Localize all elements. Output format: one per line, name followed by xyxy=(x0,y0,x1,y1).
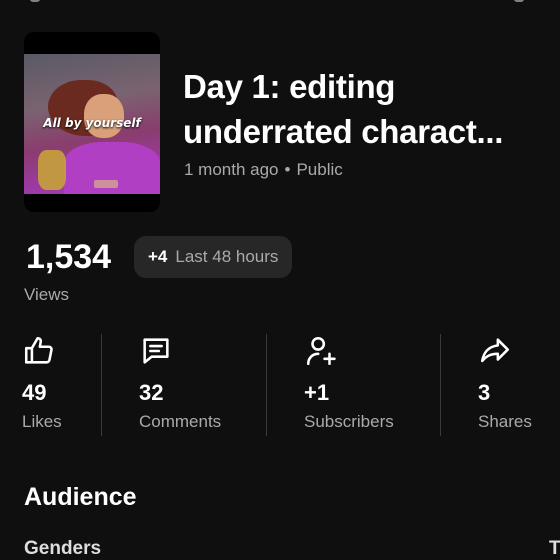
metric-divider xyxy=(101,334,102,436)
comments-value: 32 xyxy=(139,380,164,405)
video-meta: 1 month ago • Public xyxy=(184,160,343,180)
recent-views-window: Last 48 hours xyxy=(175,247,279,266)
meta-separator: • xyxy=(284,160,291,179)
video-title-line2: underrated charact... xyxy=(183,113,504,150)
audience-heading: Audience xyxy=(24,483,137,511)
back-icon[interactable] xyxy=(30,0,40,2)
metric-comments[interactable]: 32 Comments xyxy=(139,334,221,431)
shares-label: Shares xyxy=(478,412,532,431)
recent-views-pill[interactable]: +4 Last 48 hours xyxy=(134,236,293,278)
views-count: 1,534 xyxy=(26,238,112,276)
comments-label: Comments xyxy=(139,412,222,431)
genders-card-title[interactable]: Genders xyxy=(24,538,101,560)
thumbnail-watermark xyxy=(94,180,118,188)
metric-likes[interactable]: 49 Likes xyxy=(22,334,62,431)
shares-value: 3 xyxy=(478,380,491,405)
video-age: 1 month ago xyxy=(184,160,279,179)
video-thumbnail[interactable]: All by yourself xyxy=(24,32,160,212)
subscribers-value: +1 xyxy=(304,380,330,405)
comment-icon xyxy=(143,338,169,364)
top-edge xyxy=(0,0,560,6)
subscribers-label: Subscribers xyxy=(304,412,394,431)
metric-shares[interactable]: 3 Shares xyxy=(478,334,532,431)
metric-divider xyxy=(266,334,267,436)
metric-divider xyxy=(440,334,441,436)
more-icon[interactable] xyxy=(514,0,524,2)
share-icon xyxy=(480,338,510,363)
views-label: Views xyxy=(24,285,70,304)
video-title: Day 1: editing underrated charact... xyxy=(183,64,543,154)
video-visibility: Public xyxy=(296,160,343,179)
likes-label: Likes xyxy=(22,412,62,431)
likes-value: 49 xyxy=(22,380,47,405)
video-title-line1: Day 1: editing xyxy=(183,68,396,105)
thumbnail-caption: All by yourself xyxy=(43,116,141,130)
add-person-icon xyxy=(306,336,336,366)
thumbs-up-icon xyxy=(24,336,53,364)
next-card-title[interactable]: T xyxy=(549,538,560,560)
recent-views-delta: +4 xyxy=(148,247,168,266)
metric-subscribers[interactable]: +1 Subscribers xyxy=(304,334,394,431)
